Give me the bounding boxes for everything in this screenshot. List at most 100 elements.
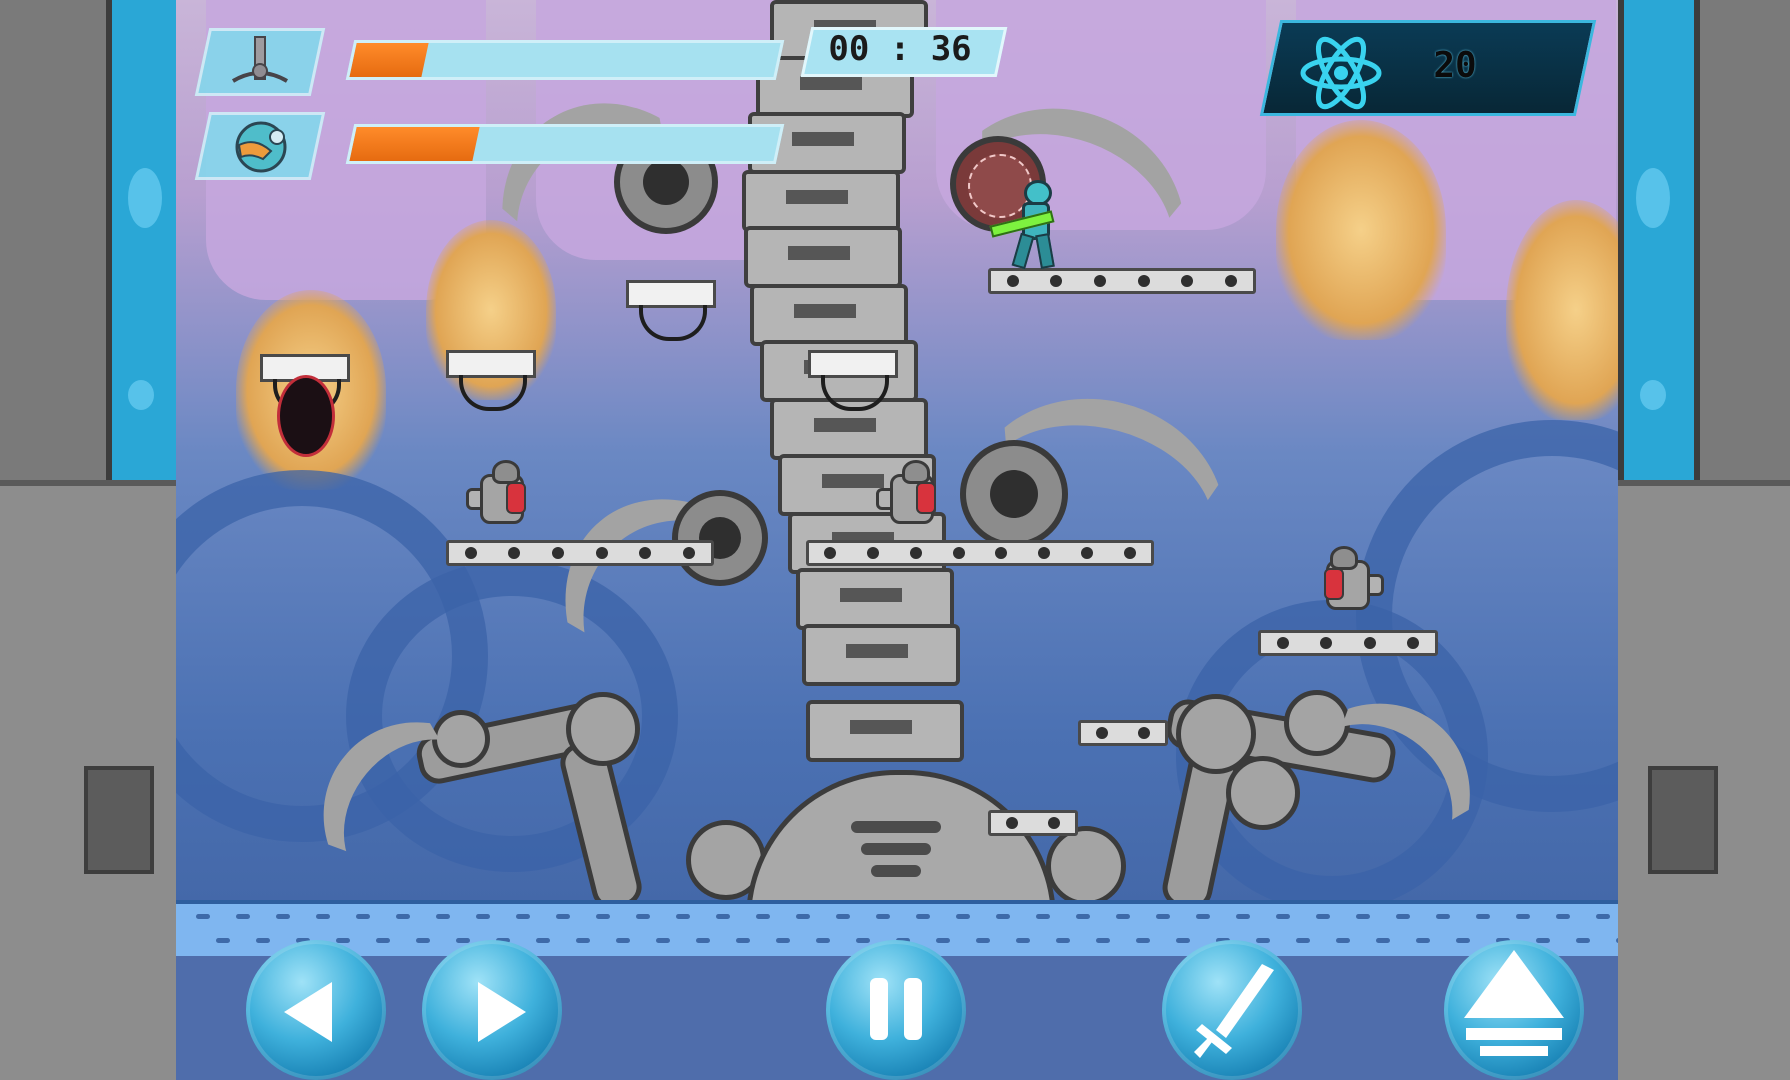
boss-base-vent [871,865,921,877]
right-cabinet-frame [1618,0,1790,1080]
floor-dash [736,938,750,943]
arrow-right-icon [478,982,526,1042]
floor-dash [596,914,610,919]
floor-dash [996,914,1010,919]
floor-dash [716,914,730,919]
dark-portal [280,378,332,454]
boss-tower-segment [750,284,908,346]
player-helmet-icon [235,121,287,173]
platform [988,810,1078,836]
boss-claw-hub [672,490,768,586]
floor-dash [836,914,850,919]
hanging-platform [446,350,536,411]
arrow-left-icon [284,982,332,1042]
boss-tower-segment [796,568,954,630]
robot-enemy [1314,544,1384,616]
floor-dash [1616,938,1618,943]
boss-base-vent [851,821,941,833]
floor-dash [876,914,890,919]
right-cabinet-light [1636,168,1670,228]
left-cabinet-frame [0,0,188,1080]
hanging-platform [626,280,716,341]
player-leg [1011,232,1035,270]
move-left-button[interactable] [246,940,386,1080]
floor-dash [216,938,230,943]
floor-dash [556,914,570,919]
floor-dash [636,914,650,919]
player-portrait [194,112,326,180]
floor-dash [196,914,210,919]
move-right-button[interactable] [422,940,562,1080]
boss-portrait [194,28,326,96]
pause-button[interactable] [826,940,966,1080]
right-cabinet-panel [1618,480,1790,1080]
floor-dash [316,914,330,919]
boss-tower-segment [742,170,900,232]
player-leg [1035,233,1055,269]
left-cabinet-slot [84,766,154,874]
left-cabinet-light-small [128,380,154,410]
hanging-platform [808,350,898,411]
timer-readout: 00 : 36 [828,29,972,69]
floor-dash [696,938,710,943]
boss-tower-segment [802,624,960,686]
floor-dash [956,914,970,919]
floor-dash [1156,914,1170,919]
floor-dash [1236,914,1250,919]
atom-icon [1300,36,1382,110]
game-stage: 00 : 36 20 [0,0,1790,1080]
floor-dash [1016,938,1030,943]
boss-health-bar [345,40,785,80]
floor-dash [436,914,450,919]
floor-dash [916,914,930,919]
floor-dash [676,914,690,919]
boss-base-vent [861,843,931,855]
attack-button[interactable] [1162,940,1302,1080]
floor-dash [1516,914,1530,919]
floor-dash [476,914,490,919]
robot-enemy [466,458,536,530]
player-character [989,180,1064,270]
floor-dash [1416,938,1430,943]
floor-dash [1276,914,1290,919]
floor-dash [276,914,290,919]
floor-dash [236,914,250,919]
floor-dash [1036,914,1050,919]
floor-dash [1396,914,1410,919]
score-readout: 20 [1433,45,1477,86]
floor-dash [976,938,990,943]
sword-icon [1194,964,1274,1058]
left-cabinet-panel [0,480,176,1080]
floor-dash [1336,938,1350,943]
player-health-fill [349,127,480,161]
floor-dash [1056,938,1070,943]
floor-dash [656,938,670,943]
floor-dash [1356,914,1370,919]
floor-dash [616,938,630,943]
boss-health-fill [349,43,429,77]
floor-dash [1316,914,1330,919]
floor-dash [776,938,790,943]
floor-dash [1116,914,1130,919]
floor-dash [396,914,410,919]
boss-claw-hub [960,440,1068,548]
floor-dash [356,914,370,919]
jump-button[interactable] [1444,940,1584,1080]
player-health-bar [345,124,785,164]
right-cabinet-slot [1648,766,1718,874]
boss-leg-joint [1046,826,1126,906]
floor-dash [1136,938,1150,943]
boss-tower-segment [744,226,902,288]
floor-dash [1096,938,1110,943]
boss-base [746,770,1056,920]
floor-dash [1076,914,1090,919]
floor-dash [576,938,590,943]
right-cabinet-light-small [1640,380,1666,410]
floor-dash [796,914,810,919]
platform [988,268,1256,294]
floor-dash [1436,914,1450,919]
floor-dash [1196,914,1210,919]
platform [446,540,714,566]
platform [1258,630,1438,656]
robot-scorpion-icon [231,36,289,83]
